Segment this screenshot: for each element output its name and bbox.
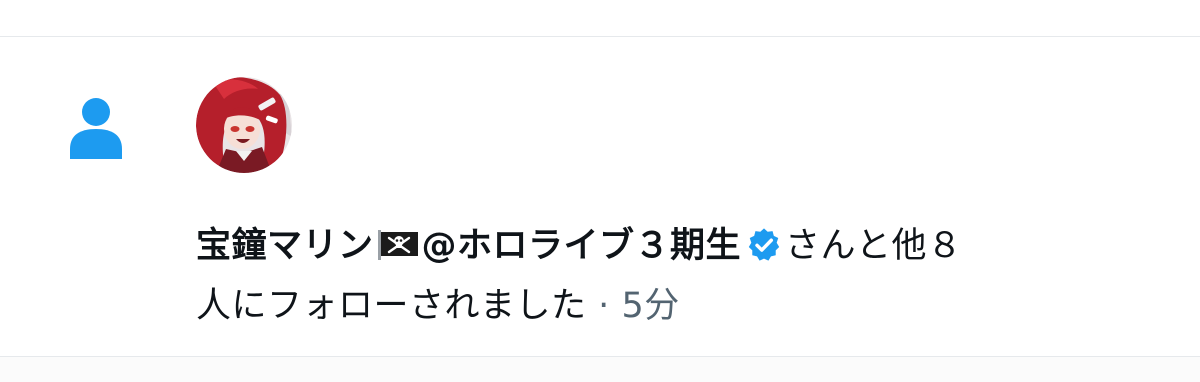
message-part1: さんと他８	[785, 226, 963, 266]
person-icon	[70, 98, 122, 159]
user-name-suffix[interactable]: @ホロライブ３期生	[422, 226, 742, 266]
verified-badge-icon	[748, 228, 780, 261]
user-name[interactable]: 宝鐘マリン	[196, 226, 374, 266]
separator-dot: ·	[598, 286, 610, 326]
timestamp[interactable]: 5分	[621, 286, 679, 326]
pirate-flag-icon	[377, 230, 418, 260]
avatar[interactable]	[196, 77, 292, 173]
message-part2: 人にフォローされました	[196, 286, 587, 326]
next-item-edge	[0, 357, 1200, 382]
notification-text: 宝鐘マリン @ホロライブ３期生 さんと他８ 人にフォローされました · 5分	[196, 216, 1176, 336]
